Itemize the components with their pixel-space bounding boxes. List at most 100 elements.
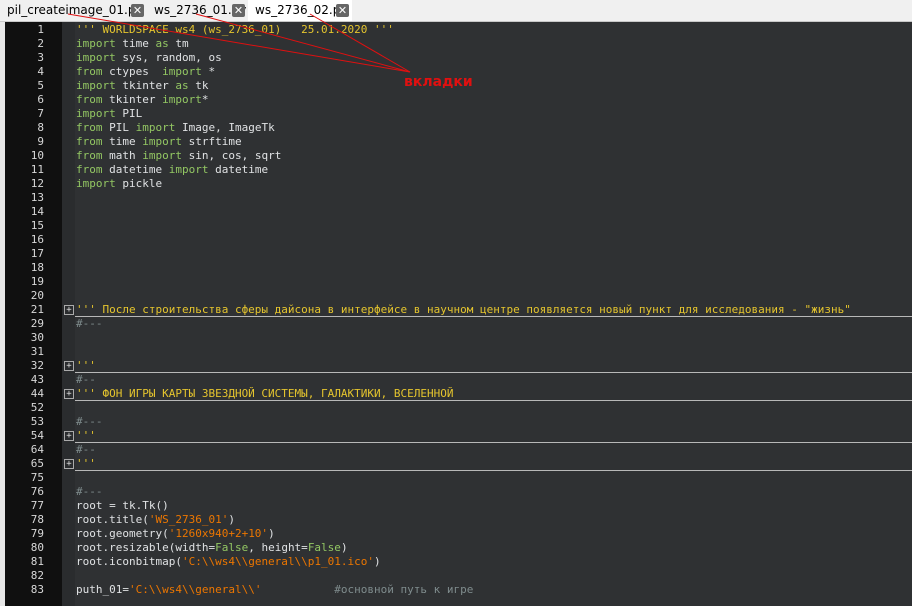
code-line[interactable]: 16 bbox=[5, 233, 912, 247]
line-number: 11 bbox=[30, 163, 44, 176]
line-number: 18 bbox=[30, 261, 44, 274]
code-text: from math import sin, cos, sqrt bbox=[76, 149, 281, 163]
code-line[interactable]: 75 bbox=[5, 471, 912, 485]
code-text: root.geometry('1260x940+2+10') bbox=[76, 527, 275, 541]
close-icon[interactable]: ✕ bbox=[232, 4, 245, 17]
line-number: 20 bbox=[30, 289, 44, 302]
fold-expand-icon[interactable]: + bbox=[64, 459, 74, 469]
code-token: datetime bbox=[208, 163, 269, 176]
line-number: 15 bbox=[30, 219, 44, 232]
code-line[interactable]: 32 + ''' bbox=[5, 359, 912, 373]
line-number: 8 bbox=[37, 121, 44, 134]
code-line[interactable]: 82 bbox=[5, 569, 912, 583]
code-line[interactable]: 21 + ''' После строительства сферы дайсона… bbox=[5, 303, 912, 317]
code-line[interactable]: 29 #--- bbox=[5, 317, 912, 331]
code-line[interactable]: 2 import time as tm bbox=[5, 37, 912, 51]
close-icon[interactable]: ✕ bbox=[131, 4, 144, 17]
line-number: 7 bbox=[37, 107, 44, 120]
code-line[interactable]: 79 root.geometry('1260x940+2+10') bbox=[5, 527, 912, 541]
code-line[interactable]: 11 from datetime import datetime bbox=[5, 163, 912, 177]
code-token: #-- bbox=[76, 373, 96, 386]
code-line[interactable]: 81 root.iconbitmap('C:\\ws4\\general\\p1_… bbox=[5, 555, 912, 569]
code-line[interactable]: 19 bbox=[5, 275, 912, 289]
code-text: ''' bbox=[76, 429, 96, 443]
line-number: 4 bbox=[37, 65, 44, 78]
code-token: ''' bbox=[76, 429, 96, 442]
code-line[interactable]: 44 + ''' ФОН ИГРЫ КАРТЫ ЗВЕЗДНОЙ СИСТЕМЫ, … bbox=[5, 387, 912, 401]
code-line[interactable]: 8 from PIL import Image, ImageTk bbox=[5, 121, 912, 135]
code-line[interactable]: 6 from tkinter import* bbox=[5, 93, 912, 107]
code-line[interactable]: 3 import sys, random, os bbox=[5, 51, 912, 65]
code-line[interactable]: 65 + ''' bbox=[5, 457, 912, 471]
code-token: as bbox=[175, 79, 189, 92]
close-icon[interactable]: ✕ bbox=[336, 4, 349, 17]
code-token: * bbox=[201, 93, 209, 106]
code-text: puth_01='C:\\ws4\\general\\' #основной п… bbox=[76, 583, 473, 597]
code-token: ''' ФОН ИГРЫ КАРТЫ ЗВЕЗДНОЙ СИСТЕМЫ, ГАЛ… bbox=[76, 387, 454, 400]
code-line[interactable]: 7 import PIL bbox=[5, 107, 912, 121]
code-line[interactable]: 10 from math import sin, cos, sqrt bbox=[5, 149, 912, 163]
code-line[interactable]: 9 from time import strftime bbox=[5, 135, 912, 149]
code-token: False bbox=[307, 541, 341, 554]
code-line[interactable]: 14 bbox=[5, 205, 912, 219]
code-token: import bbox=[142, 149, 182, 162]
line-number: 31 bbox=[30, 345, 44, 358]
code-text: root.resizable(width=False, height=False… bbox=[76, 541, 348, 555]
line-number: 52 bbox=[30, 401, 44, 414]
line-number: 2 bbox=[37, 37, 44, 50]
code-line[interactable]: 64 #-- bbox=[5, 443, 912, 457]
code-line[interactable]: 83 puth_01='C:\\ws4\\general\\' #основной… bbox=[5, 583, 912, 597]
code-line[interactable]: 76 #--- bbox=[5, 485, 912, 499]
code-token: ''' bbox=[76, 359, 96, 372]
code-line[interactable]: 78 root.title('WS_2736_01') bbox=[5, 513, 912, 527]
code-line[interactable]: 13 bbox=[5, 191, 912, 205]
code-token: #основной путь к игре bbox=[334, 583, 474, 596]
line-number: 80 bbox=[30, 541, 44, 554]
code-editor[interactable]: 1 ''' WORLDSPACE ws4 (ws_2736_01) 25.01.2… bbox=[5, 22, 912, 606]
line-number: 21 bbox=[30, 303, 44, 316]
code-text: from ctypes import * bbox=[76, 65, 215, 79]
code-text: root.title('WS_2736_01') bbox=[76, 513, 235, 527]
code-token: root.iconbitmap( bbox=[76, 555, 182, 568]
code-token: ) bbox=[374, 555, 381, 568]
code-token: ) bbox=[268, 527, 275, 540]
code-line[interactable]: 54 + ''' bbox=[5, 429, 912, 443]
code-token: 'C:\\ws4\\general\\p1_01.ico' bbox=[181, 555, 375, 568]
code-token: import bbox=[76, 107, 116, 120]
code-line[interactable]: 30 bbox=[5, 331, 912, 345]
code-token: #--- bbox=[76, 485, 103, 498]
code-line[interactable]: 77 root = tk.Tk() bbox=[5, 499, 912, 513]
code-token: puth_01= bbox=[76, 583, 129, 596]
line-number: 30 bbox=[30, 331, 44, 344]
line-number: 3 bbox=[37, 51, 44, 64]
code-token: as bbox=[155, 37, 169, 50]
code-line[interactable]: 43 #-- bbox=[5, 373, 912, 387]
tab-ws-2736-01[interactable]: ws_2736_01.py ✕ bbox=[147, 0, 248, 21]
code-line[interactable]: 15 bbox=[5, 219, 912, 233]
code-line[interactable]: 52 bbox=[5, 401, 912, 415]
fold-expand-icon[interactable]: + bbox=[64, 431, 74, 441]
code-line[interactable]: 1 ''' WORLDSPACE ws4 (ws_2736_01) 25.01.2… bbox=[5, 23, 912, 37]
code-token: Image, ImageTk bbox=[175, 121, 275, 134]
code-line[interactable]: 20 bbox=[5, 289, 912, 303]
tab-ws-2736-02[interactable]: ws_2736_02.py ✕ bbox=[248, 0, 352, 21]
line-number: 79 bbox=[30, 527, 44, 540]
code-line[interactable]: 18 bbox=[5, 261, 912, 275]
code-text: from time import strftime bbox=[76, 135, 242, 149]
code-token: ctypes bbox=[102, 65, 163, 78]
line-number: 17 bbox=[30, 247, 44, 260]
fold-expand-icon[interactable]: + bbox=[64, 305, 74, 315]
code-line[interactable]: 17 bbox=[5, 247, 912, 261]
tab-label: pil_createimage_01.py bbox=[7, 3, 143, 17]
code-line[interactable]: 31 bbox=[5, 345, 912, 359]
code-token: PIL bbox=[102, 121, 136, 134]
code-token: import bbox=[76, 37, 116, 50]
code-line[interactable]: 80 root.resizable(width=False, height=Fal… bbox=[5, 541, 912, 555]
code-text: #--- bbox=[76, 415, 103, 429]
fold-expand-icon[interactable]: + bbox=[64, 361, 74, 371]
code-line[interactable]: 53 #--- bbox=[5, 415, 912, 429]
fold-expand-icon[interactable]: + bbox=[64, 389, 74, 399]
code-text: import PIL bbox=[76, 107, 142, 121]
code-line[interactable]: 12 import pickle bbox=[5, 177, 912, 191]
tab-pil-createimage[interactable]: pil_createimage_01.py ✕ bbox=[0, 0, 147, 21]
